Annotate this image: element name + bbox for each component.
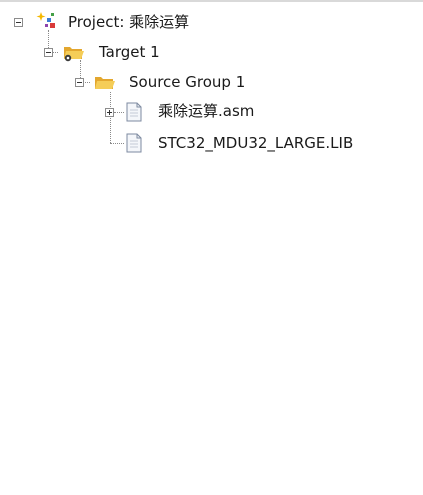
tree-connector: [110, 143, 124, 144]
minus-icon: [46, 52, 51, 53]
project-collapse-toggle[interactable]: [14, 18, 23, 27]
file-expand-toggle[interactable]: [105, 108, 114, 117]
target-collapse-toggle[interactable]: [44, 48, 53, 57]
folder-open-icon: [94, 73, 116, 93]
plus-icon-vertical: [109, 110, 110, 115]
target-label[interactable]: Target 1: [99, 43, 160, 61]
minus-icon: [16, 22, 21, 23]
group-label[interactable]: Source Group 1: [129, 73, 245, 91]
minus-icon: [77, 82, 82, 83]
tree-connector: [110, 92, 111, 143]
tree-connector: [114, 112, 124, 113]
document-icon: [126, 102, 142, 122]
file-label-lib[interactable]: STC32_MDU32_LARGE.LIB: [158, 134, 353, 152]
document-icon: [126, 133, 142, 153]
project-tree[interactable]: Project: 乘除运算 Target 1 Source Group 1 乘除…: [0, 0, 423, 495]
target-folder-icon: [63, 43, 85, 63]
project-label[interactable]: Project: 乘除运算: [68, 13, 189, 31]
project-sparkle-icon: [36, 9, 58, 31]
group-collapse-toggle[interactable]: [75, 78, 84, 87]
file-label-asm[interactable]: 乘除运算.asm: [158, 102, 254, 120]
